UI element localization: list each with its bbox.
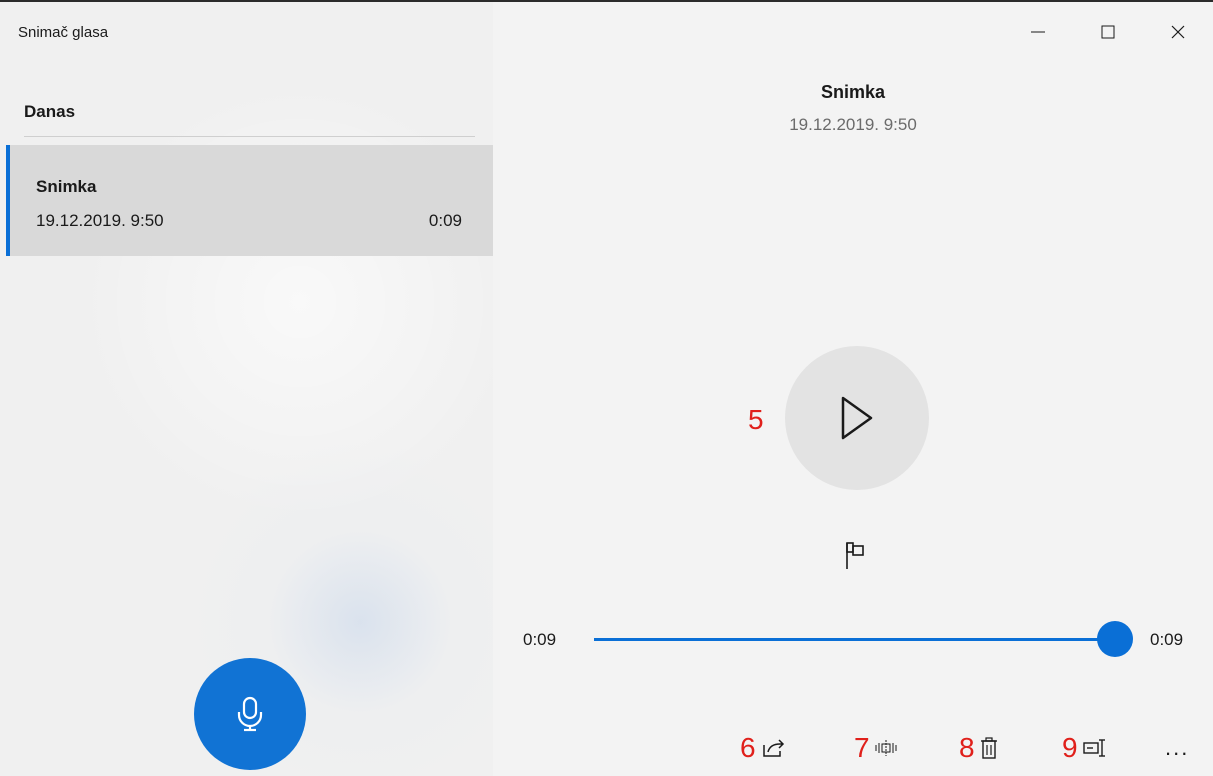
add-marker-button[interactable]: [837, 538, 873, 574]
section-divider: [24, 136, 475, 137]
seek-bar-progress: [594, 638, 1115, 641]
maximize-icon: [1101, 25, 1115, 39]
recording-list-item[interactable]: Snimka 19.12.2019. 9:50 0:09: [6, 145, 493, 256]
recording-date: 19.12.2019. 9:50: [789, 115, 917, 134]
seek-bar-thumb[interactable]: [1097, 621, 1133, 657]
trim-icon: [875, 740, 897, 756]
more-options-button[interactable]: ...: [1165, 728, 1189, 768]
app-window: Snimač glasa Danas Snimka 19.12.2019. 9:…: [0, 2, 1213, 776]
play-button[interactable]: [785, 346, 929, 490]
annotation-label-9: 9: [1062, 732, 1078, 763]
maximize-button[interactable]: [1073, 2, 1143, 62]
close-button[interactable]: [1143, 2, 1213, 62]
microphone-icon: [237, 696, 263, 732]
annotation-label-8: 8: [959, 732, 975, 763]
more-options-icon: ...: [1165, 735, 1190, 760]
delete-button[interactable]: 8: [959, 728, 999, 768]
minimize-icon: [1031, 31, 1045, 33]
share-button[interactable]: 6: [740, 728, 786, 768]
window-controls: [1003, 2, 1213, 62]
trim-button[interactable]: 7: [854, 728, 898, 768]
annotation-label-5: 5: [748, 404, 764, 435]
annotation-label-6: 6: [740, 732, 756, 763]
share-icon: [762, 739, 784, 757]
record-button[interactable]: [194, 658, 306, 770]
rename-button[interactable]: 9: [1062, 728, 1108, 768]
section-header-today: Danas: [24, 102, 76, 121]
annotation-label-7: 7: [854, 732, 870, 763]
selection-indicator: [6, 145, 10, 256]
rename-icon: [1082, 739, 1105, 757]
recording-item-title: Snimka: [36, 177, 97, 196]
minimize-button[interactable]: [1003, 2, 1073, 62]
recording-title: Snimka: [820, 82, 886, 102]
player-pane: Snimka 19.12.2019. 9:50 5 0:09 0:09 6 7 …: [493, 2, 1213, 776]
recording-item-date: 19.12.2019. 9:50: [36, 211, 164, 230]
current-time: 0:09: [523, 630, 557, 649]
recording-item-duration: 0:09: [428, 211, 462, 230]
app-title: Snimač glasa: [18, 24, 109, 41]
play-icon: [841, 396, 873, 440]
total-time: 0:09: [1150, 630, 1184, 649]
flag-icon: [846, 542, 864, 569]
close-icon: [1171, 25, 1185, 39]
seek-bar[interactable]: [594, 621, 1133, 657]
recordings-pane: Snimač glasa Danas Snimka 19.12.2019. 9:…: [0, 2, 493, 776]
trash-icon: [980, 737, 997, 759]
